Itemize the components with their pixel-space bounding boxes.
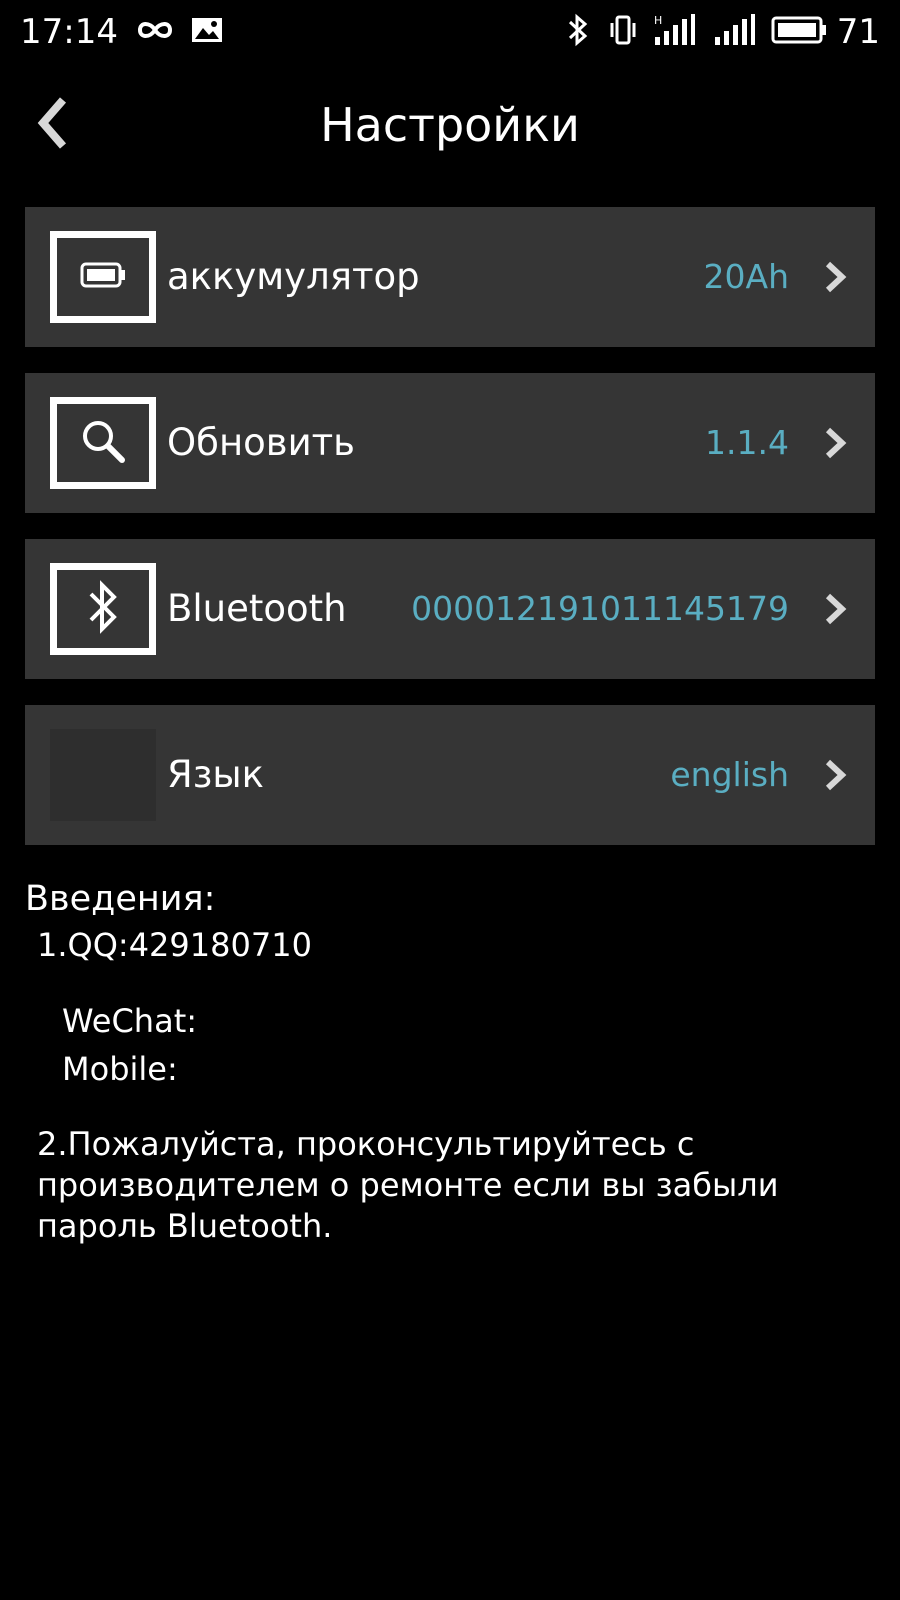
settings-row-label: Bluetooth xyxy=(167,587,347,630)
intro-qq: 1.QQ:429180710 xyxy=(37,926,312,964)
back-button[interactable] xyxy=(22,92,82,158)
battery-icon xyxy=(79,260,127,294)
settings-row-label: Обновить xyxy=(167,421,355,464)
status-left-group: 17:14 xyxy=(20,10,224,54)
chevron-right-icon xyxy=(817,757,853,793)
settings-row-value: 1.1.4 xyxy=(705,423,789,462)
signal-icon xyxy=(713,13,757,51)
settings-row-label: аккумулятор xyxy=(167,255,420,298)
vibrate-icon xyxy=(607,14,639,50)
settings-row-battery[interactable]: аккумулятор 20Ah xyxy=(25,207,875,347)
intro-mobile: Mobile: xyxy=(62,1050,178,1088)
intro-note: 2.Пожалуйста, проконсультируйтесь с прои… xyxy=(37,1125,779,1245)
settings-list: аккумулятор 20Ah Обновить 1.1.4 Bluetoot… xyxy=(25,207,875,871)
bluetooth-icon xyxy=(86,579,120,639)
settings-row-bluetooth[interactable]: Bluetooth 000012191011145179 xyxy=(25,539,875,679)
chevron-left-icon xyxy=(35,96,69,154)
infinity-icon xyxy=(134,15,176,49)
signal-h-icon: H xyxy=(653,13,697,51)
status-bar: 17:14 H 71 xyxy=(0,0,900,64)
intro-title: Введения: xyxy=(25,879,216,919)
battery-icon xyxy=(771,15,827,49)
settings-row-value: 20Ah xyxy=(703,257,789,296)
settings-row-update[interactable]: Обновить 1.1.4 xyxy=(25,373,875,513)
row-icon-frame xyxy=(50,563,156,655)
intro-wechat: WeChat: xyxy=(62,1002,198,1040)
row-icon-frame xyxy=(50,231,156,323)
chevron-right-icon xyxy=(817,425,853,461)
settings-row-value: 000012191011145179 xyxy=(411,589,789,628)
settings-row-value: english xyxy=(670,755,789,794)
status-right-group: H 71 xyxy=(567,10,880,54)
row-icon-frame xyxy=(50,397,156,489)
bluetooth-icon xyxy=(567,13,589,51)
header: Настройки xyxy=(0,80,900,170)
settings-row-label: Язык xyxy=(167,753,264,796)
svg-text:H: H xyxy=(654,14,662,27)
battery-percent: 71 xyxy=(836,12,880,52)
search-icon xyxy=(77,415,129,471)
page-title: Настройки xyxy=(320,98,580,152)
intro-section: Введения: 1.QQ:429180710 WeChat: Mobile:… xyxy=(25,876,885,1245)
settings-row-language[interactable]: Язык english xyxy=(25,705,875,845)
image-icon xyxy=(190,15,224,49)
chevron-right-icon xyxy=(817,591,853,627)
row-icon-placeholder xyxy=(50,729,156,821)
chevron-right-icon xyxy=(817,259,853,295)
status-time: 17:14 xyxy=(20,12,118,52)
